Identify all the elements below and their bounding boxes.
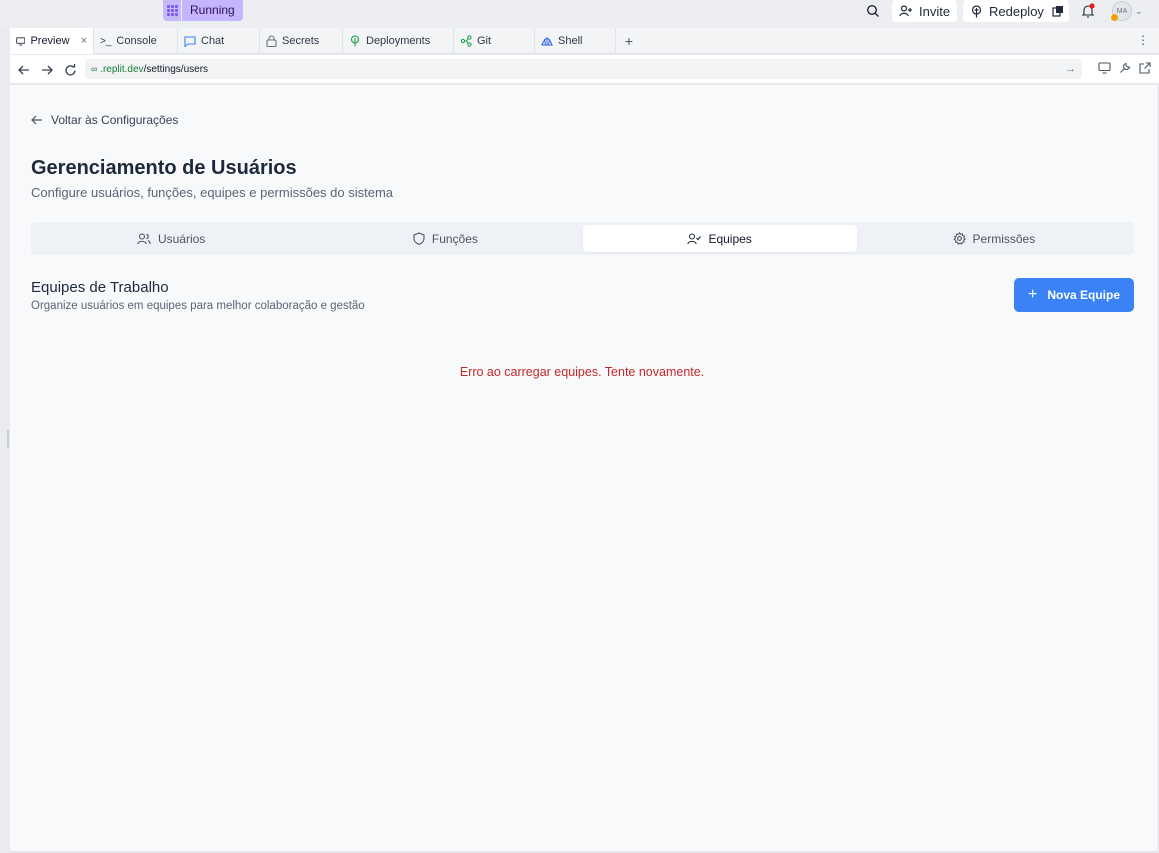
tab-label: Console xyxy=(116,35,157,47)
gear-icon xyxy=(952,232,966,245)
wrench-icon[interactable] xyxy=(1119,62,1131,74)
back-to-settings-link[interactable]: Voltar às Configurações xyxy=(31,113,178,127)
error-message: Erro ao carregar equipes. Tente novament… xyxy=(459,365,705,379)
tab-usuarios[interactable]: Usuários xyxy=(34,225,308,252)
users-icon xyxy=(137,232,151,244)
reload-icon[interactable] xyxy=(62,62,78,78)
tab-permissoes[interactable]: Permissões xyxy=(857,225,1131,252)
go-arrow-icon[interactable]: → xyxy=(1065,59,1076,79)
shell-icon xyxy=(541,37,553,46)
avatar: MA xyxy=(1111,1,1132,21)
tab-equipes[interactable]: Equipes xyxy=(582,225,857,252)
tab-secrets[interactable]: Secrets xyxy=(260,28,343,54)
shield-icon xyxy=(413,232,425,245)
add-user-icon xyxy=(899,5,912,17)
preview-url-bar: ∞ .replit.dev/settings/users → xyxy=(10,55,1159,84)
invite-label: Invite xyxy=(919,3,951,19)
tab-label: Chat xyxy=(201,35,225,47)
user-management-tabs: Usuários Funções Equipes Permissões xyxy=(31,222,1134,255)
deploy-icon xyxy=(971,4,982,17)
tab-shell[interactable]: Shell xyxy=(535,28,616,54)
new-team-label: Nova Equipe xyxy=(1047,288,1121,302)
terminal-icon: >_ xyxy=(100,35,112,47)
tab-git[interactable]: Git xyxy=(454,28,535,54)
arrow-left-icon xyxy=(31,115,42,125)
workspace-tabbar: Preview × >_ Console Chat Secrets Deploy… xyxy=(10,28,1159,54)
url-host: .replit.dev xyxy=(100,64,144,75)
tab-label: Equipes xyxy=(708,231,752,246)
redeploy-button[interactable]: Redeploy xyxy=(963,0,1051,22)
more-options-icon[interactable]: ⋮ xyxy=(1137,33,1149,47)
tab-preview[interactable]: Preview × xyxy=(10,28,94,54)
tab-console[interactable]: >_ Console xyxy=(94,28,178,54)
tab-label: Usuários xyxy=(157,231,206,246)
plus-icon: + xyxy=(1027,286,1038,303)
tab-label: Secrets xyxy=(282,35,320,47)
deploy-icon xyxy=(350,35,360,47)
account-menu[interactable]: MA ⌄ xyxy=(1111,0,1143,22)
redeploy-label: Redeploy xyxy=(989,3,1044,19)
tab-label: Deployments xyxy=(366,35,431,47)
tab-label: Permissões xyxy=(972,231,1036,246)
avatar-badge-icon xyxy=(1111,14,1118,21)
lock-icon xyxy=(266,35,277,47)
back-label: Voltar às Configurações xyxy=(51,113,179,127)
resize-handle[interactable] xyxy=(7,430,9,448)
url-input[interactable]: ∞ .replit.dev/settings/users → xyxy=(85,59,1082,79)
tab-label: Git xyxy=(477,35,492,47)
tab-label: Shell xyxy=(558,35,583,47)
running-status-badge[interactable]: Running xyxy=(182,0,243,21)
external-link-icon[interactable] xyxy=(1139,62,1151,74)
new-team-button[interactable]: + Nova Equipe xyxy=(1014,278,1134,312)
git-icon xyxy=(460,35,472,47)
link-icon: ∞ xyxy=(91,64,98,74)
tab-label: Funções xyxy=(431,231,478,246)
apps-grid-icon[interactable] xyxy=(163,0,181,21)
search-icon[interactable] xyxy=(866,0,880,22)
tab-chat[interactable]: Chat xyxy=(178,28,260,54)
url-path: /settings/users xyxy=(143,64,209,75)
invite-button[interactable]: Invite xyxy=(892,0,958,22)
notifications-bell-icon[interactable] xyxy=(1080,0,1096,22)
chat-icon xyxy=(184,35,196,47)
back-arrow-icon[interactable] xyxy=(16,62,32,78)
chevron-down-icon: ⌄ xyxy=(1135,5,1143,16)
page-title: Gerenciamento de Usuários xyxy=(31,157,297,179)
tab-funcoes[interactable]: Funções xyxy=(308,225,582,252)
tab-label: Preview xyxy=(30,35,70,47)
tab-deployments[interactable]: Deployments xyxy=(343,28,454,54)
page-subtitle: Configure usuários, funções, equipes e p… xyxy=(31,185,394,200)
copy-icon xyxy=(1052,6,1063,17)
user-check-icon xyxy=(687,232,702,244)
monitor-icon xyxy=(16,36,26,45)
add-tab-icon[interactable]: + xyxy=(616,28,642,53)
workspace-topbar: Running Invite Redeploy MA ⌄ xyxy=(0,0,1159,28)
copy-button[interactable] xyxy=(1047,0,1069,22)
close-icon[interactable]: × xyxy=(81,35,87,47)
section-title: Equipes de Trabalho xyxy=(31,279,169,296)
devices-icon[interactable] xyxy=(1098,62,1111,74)
section-subtitle: Organize usuários em equipes para melhor… xyxy=(31,300,365,312)
forward-arrow-icon[interactable] xyxy=(39,62,55,78)
